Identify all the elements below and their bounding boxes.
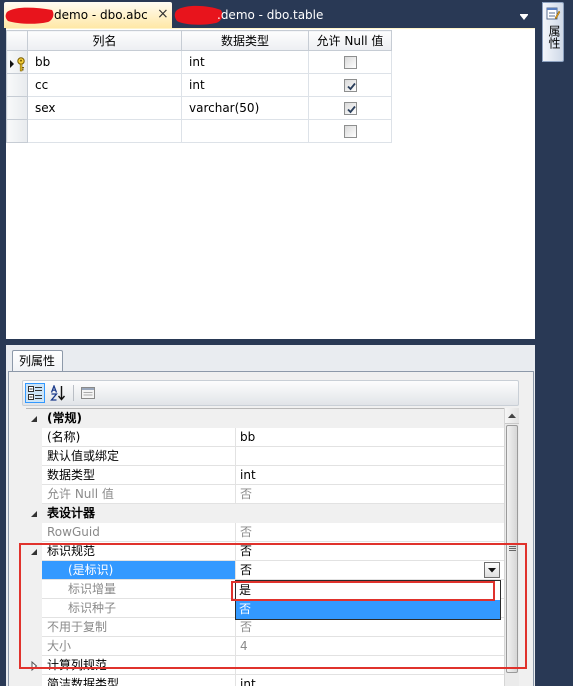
table-row[interactable]: sex varchar(50)	[6, 96, 392, 120]
cell-allow-null[interactable]	[308, 119, 392, 143]
cell-column-name[interactable]: cc	[27, 73, 182, 97]
category-label: 表设计器	[42, 504, 504, 523]
property-value: 否	[236, 485, 504, 504]
expanded-triangle-icon	[31, 415, 37, 422]
checkmark-icon	[346, 105, 356, 114]
categorized-button[interactable]	[25, 383, 45, 403]
row-selector[interactable]	[6, 119, 28, 143]
cell-allow-null[interactable]	[308, 50, 392, 74]
property-row-rowguid[interactable]: RowGuid 否	[26, 523, 504, 542]
row-selector[interactable]	[6, 73, 28, 97]
categorized-icon	[28, 386, 42, 400]
property-label: RowGuid	[42, 523, 236, 542]
document-tab-dbo-abc[interactable]: demo - dbo.abc ×	[4, 2, 172, 28]
expanded-triangle-icon	[31, 510, 37, 517]
category-label: (常规)	[42, 409, 504, 428]
docked-tab-label: 属性	[547, 25, 561, 49]
cell-data-type[interactable]: int	[181, 50, 309, 74]
alphabetical-sort-icon	[50, 385, 66, 401]
row-gutter	[26, 447, 42, 466]
allow-null-checkbox[interactable]	[343, 125, 357, 138]
checkmark-icon	[346, 82, 356, 91]
scroll-up-button[interactable]	[505, 408, 519, 424]
table-row-new[interactable]	[6, 119, 392, 143]
cell-data-type[interactable]: int	[181, 73, 309, 97]
tab-column-properties[interactable]: 列属性	[12, 350, 63, 372]
row-gutter	[26, 523, 42, 542]
cell-allow-null[interactable]	[308, 96, 392, 120]
expander[interactable]	[26, 409, 42, 428]
header-column-name[interactable]: 列名	[27, 30, 182, 51]
properties-icon	[546, 7, 561, 20]
row-gutter	[26, 485, 42, 504]
current-row-primary-key-icon	[10, 56, 25, 71]
table-row[interactable]: cc int	[6, 73, 392, 97]
property-label: 简洁数据类型	[42, 675, 236, 686]
property-label: 允许 Null 值	[42, 485, 236, 504]
category-table-designer[interactable]: 表设计器	[26, 504, 504, 523]
redaction-scribble	[5, 7, 54, 24]
chevron-down-icon[interactable]	[518, 11, 530, 20]
property-value[interactable]: int	[236, 466, 504, 485]
allow-null-checkbox[interactable]	[343, 102, 357, 115]
cell-data-type[interactable]	[181, 119, 309, 143]
property-pages-icon	[81, 387, 95, 399]
column-grid: 列名 数据类型 允许 Null 值 bb int cc int sex varc…	[6, 30, 392, 143]
property-value[interactable]: int	[236, 675, 504, 686]
cell-column-name[interactable]: sex	[27, 96, 182, 120]
allow-null-checkbox[interactable]	[343, 79, 357, 92]
property-row-condensed-data-type[interactable]: 简洁数据类型 int	[26, 675, 504, 686]
row-gutter	[26, 675, 42, 686]
property-value[interactable]: bb	[236, 428, 504, 447]
document-tab-dbo-table[interactable]: .demo - dbo.table	[173, 2, 331, 28]
annotation-box-option-yes	[231, 581, 495, 601]
expander[interactable]	[26, 504, 42, 523]
property-row-data-type[interactable]: 数据类型 int	[26, 466, 504, 485]
header-data-type[interactable]: 数据类型	[181, 30, 309, 51]
row-gutter	[26, 466, 42, 485]
cell-column-name[interactable]	[27, 119, 182, 143]
alphabetical-button[interactable]	[48, 383, 68, 403]
tab-label: .demo - dbo.table	[217, 8, 324, 22]
row-selector[interactable]	[6, 96, 28, 120]
docked-properties-tab[interactable]: 属性	[542, 2, 564, 62]
table-designer-grid-pane: 列名 数据类型 允许 Null 值 bb int cc int sex varc…	[6, 29, 535, 339]
header-allow-null[interactable]: 允许 Null 值	[308, 30, 392, 51]
cell-data-type[interactable]: varchar(50)	[181, 96, 309, 120]
row-gutter	[26, 428, 42, 447]
arrow-up-icon	[508, 413, 516, 418]
property-label: 数据类型	[42, 466, 236, 485]
property-row-name[interactable]: (名称) bb	[26, 428, 504, 447]
property-row-default-value[interactable]: 默认值或绑定	[26, 447, 504, 466]
allow-null-checkbox[interactable]	[343, 56, 357, 69]
table-row[interactable]: bb int	[6, 50, 392, 74]
property-pages-button[interactable]	[78, 383, 98, 403]
category-general[interactable]: (常规)	[26, 409, 504, 428]
property-row-allow-null[interactable]: 允许 Null 值 否	[26, 485, 504, 504]
cell-allow-null[interactable]	[308, 73, 392, 97]
grid-header-row: 列名 数据类型 允许 Null 值	[6, 30, 392, 51]
property-label: 默认值或绑定	[42, 447, 236, 466]
property-value: 否	[236, 523, 504, 542]
row-selector[interactable]	[6, 50, 28, 74]
close-icon[interactable]: ×	[157, 6, 169, 22]
tab-label: demo - dbo.abc	[54, 8, 148, 22]
toolbar-separator	[73, 385, 74, 401]
row-header-corner	[6, 30, 28, 51]
property-value[interactable]	[236, 447, 504, 466]
property-label: (名称)	[42, 428, 236, 447]
properties-toolbar	[22, 380, 519, 406]
cell-column-name[interactable]: bb	[27, 50, 182, 74]
annotation-box-identity-spec	[19, 543, 527, 669]
